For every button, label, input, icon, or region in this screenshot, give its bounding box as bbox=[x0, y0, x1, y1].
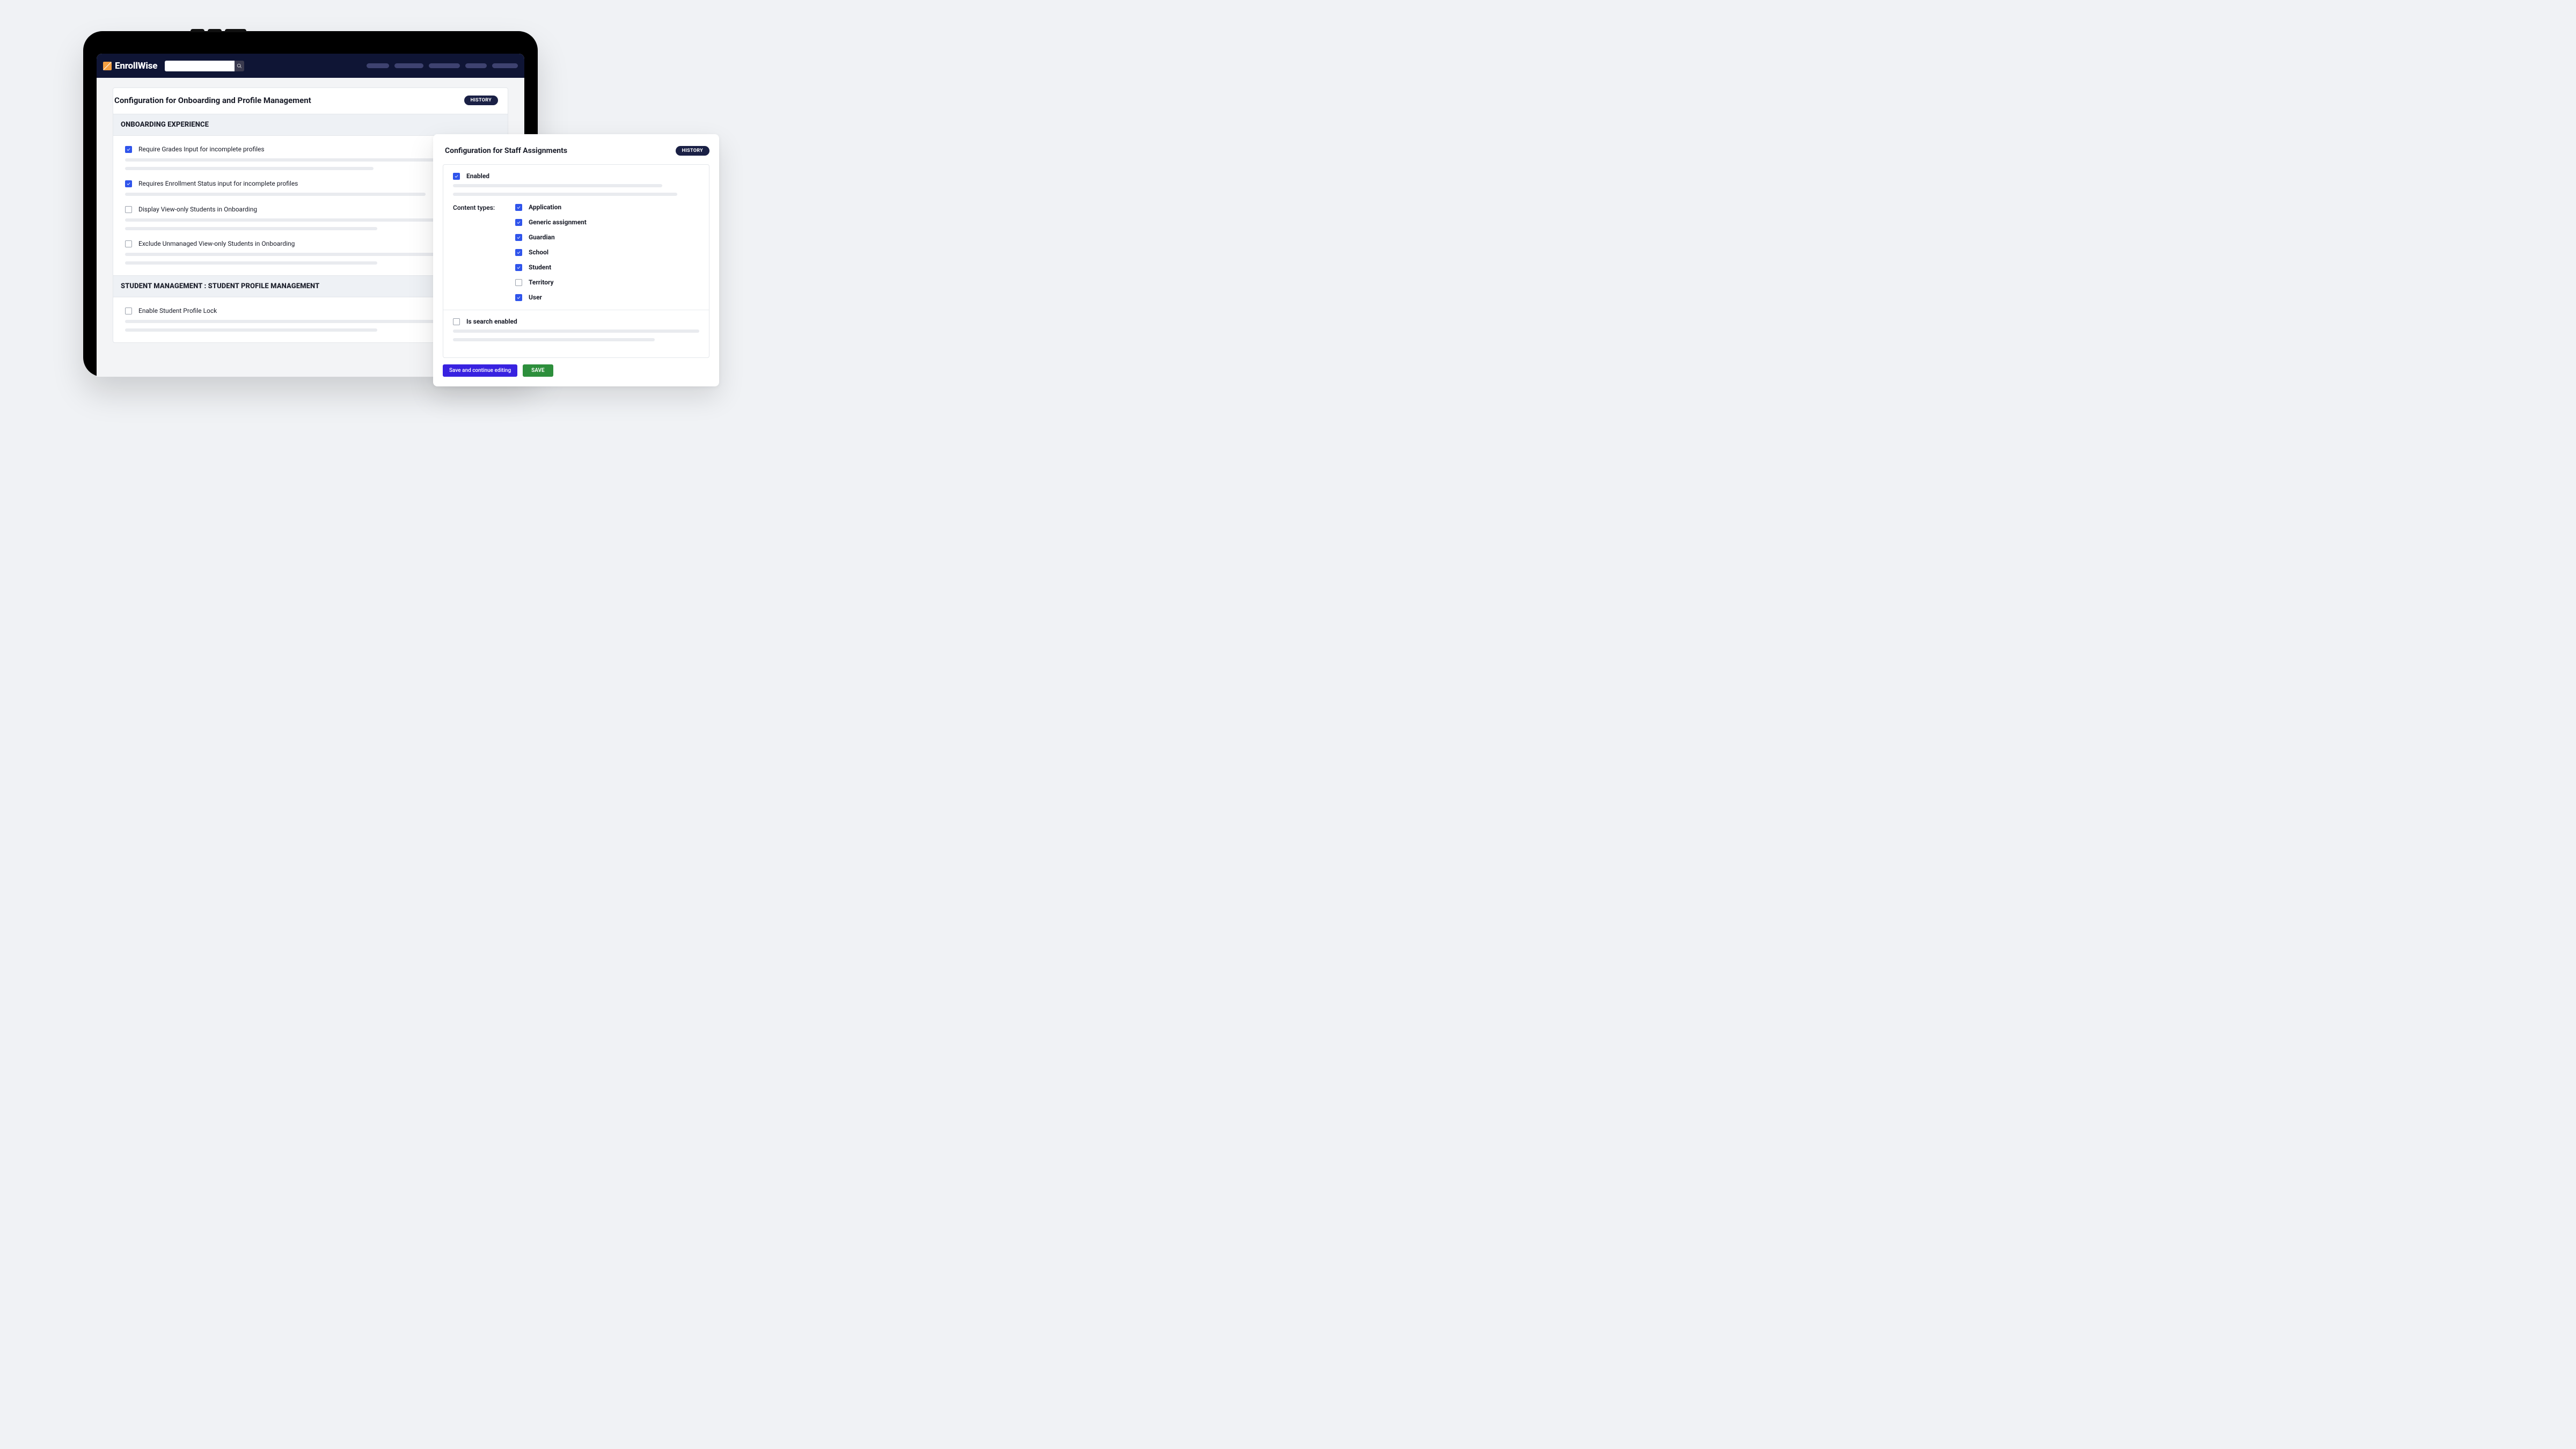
option-label: Display View-only Students in Onboarding bbox=[138, 206, 257, 213]
checkbox[interactable] bbox=[125, 308, 132, 314]
nav-link-placeholder[interactable] bbox=[492, 63, 518, 68]
nav-link-placeholder[interactable] bbox=[429, 63, 460, 68]
nav-link-placeholder[interactable] bbox=[367, 63, 389, 68]
checkbox[interactable] bbox=[515, 294, 522, 301]
placeholder-line bbox=[125, 193, 426, 196]
placeholder-line bbox=[125, 167, 374, 170]
staff-page-title: Configuration for Staff Assignments bbox=[445, 147, 567, 155]
placeholder-line bbox=[125, 261, 377, 265]
nav-links-placeholder bbox=[367, 63, 518, 68]
staff-card-header: Configuration for Staff Assignments HIST… bbox=[443, 144, 709, 164]
tablet-physical-button bbox=[191, 29, 204, 32]
save-continue-button[interactable]: Save and continue editing bbox=[443, 364, 517, 377]
content-type-item: Student bbox=[515, 264, 587, 271]
search-button[interactable] bbox=[235, 61, 244, 71]
search-input[interactable] bbox=[165, 61, 235, 71]
search-wrap bbox=[165, 61, 244, 71]
content-type-label: School bbox=[529, 248, 548, 256]
checkbox[interactable] bbox=[515, 249, 522, 256]
content-type-item: Application bbox=[515, 203, 587, 211]
placeholder-line bbox=[453, 184, 662, 187]
tablet-physical-button bbox=[225, 29, 246, 32]
page-title: Configuration for Onboarding and Profile… bbox=[113, 96, 311, 105]
save-button[interactable]: SAVE bbox=[523, 364, 553, 377]
placeholder-line bbox=[453, 193, 677, 196]
brand: EnrollWise bbox=[103, 61, 157, 71]
content-type-item: Guardian bbox=[515, 233, 587, 241]
brand-name: EnrollWise bbox=[115, 61, 157, 71]
content-type-label: Student bbox=[529, 264, 551, 271]
content-types-list: Application Generic assignment Guardian Sch… bbox=[515, 203, 587, 301]
placeholder-description bbox=[453, 184, 699, 196]
staff-inner-card: Enabled Content types: Application Generi… bbox=[443, 164, 709, 358]
content-types-label: Content types: bbox=[453, 203, 504, 211]
placeholder-line bbox=[453, 330, 699, 333]
nav-link-placeholder[interactable] bbox=[394, 63, 423, 68]
content-type-item: Generic assignment bbox=[515, 218, 587, 226]
actions: Save and continue editing SAVE bbox=[443, 364, 709, 377]
option-label: Enabled bbox=[466, 172, 489, 180]
option-label: Exclude Unmanaged View-only Students in … bbox=[138, 240, 295, 247]
option-label: Enable Student Profile Lock bbox=[138, 307, 217, 314]
content-type-item: User bbox=[515, 294, 587, 301]
content-type-label: Guardian bbox=[529, 233, 555, 241]
checkbox[interactable] bbox=[515, 219, 522, 226]
content-type-item: Territory bbox=[515, 279, 587, 286]
content-type-label: Application bbox=[529, 203, 561, 211]
top-navbar: EnrollWise bbox=[97, 54, 524, 78]
checkbox[interactable] bbox=[125, 180, 132, 187]
option-enabled: Enabled bbox=[453, 172, 699, 196]
checkbox[interactable] bbox=[515, 204, 522, 211]
search-icon bbox=[237, 63, 242, 69]
checkbox-search-enabled[interactable] bbox=[453, 318, 460, 325]
placeholder-line bbox=[125, 328, 377, 332]
option-label: Is search enabled bbox=[466, 318, 517, 325]
history-button[interactable]: HISTORY bbox=[676, 146, 709, 156]
content-type-label: Generic assignment bbox=[529, 218, 587, 226]
checkbox[interactable] bbox=[515, 279, 522, 286]
checkbox[interactable] bbox=[125, 146, 132, 153]
option-search-enabled: Is search enabled bbox=[453, 318, 699, 341]
nav-link-placeholder[interactable] bbox=[465, 63, 487, 68]
content-types-section: Content types: Application Generic assign… bbox=[453, 203, 699, 301]
placeholder-description bbox=[453, 330, 699, 341]
checkbox[interactable] bbox=[515, 264, 522, 271]
section-title: ONBOARDING EXPERIENCE bbox=[121, 121, 500, 129]
content-type-label: User bbox=[529, 294, 542, 301]
checkbox-enabled[interactable] bbox=[453, 173, 460, 180]
checkbox[interactable] bbox=[125, 240, 132, 247]
staff-config-card: Configuration for Staff Assignments HIST… bbox=[433, 134, 719, 386]
tablet-physical-buttons bbox=[191, 29, 246, 32]
tablet-physical-button bbox=[208, 29, 222, 32]
option-label: Requires Enrollment Status input for inc… bbox=[138, 180, 298, 187]
checkbox[interactable] bbox=[125, 206, 132, 213]
option-label: Require Grades Input for incomplete prof… bbox=[138, 145, 265, 153]
checkbox[interactable] bbox=[515, 234, 522, 241]
placeholder-line bbox=[125, 227, 377, 230]
config-card-header: Configuration for Onboarding and Profile… bbox=[113, 88, 508, 114]
content-type-item: School bbox=[515, 248, 587, 256]
placeholder-line bbox=[453, 338, 655, 341]
brand-logo-icon bbox=[103, 62, 112, 70]
history-button[interactable]: HISTORY bbox=[464, 96, 498, 105]
content-type-label: Territory bbox=[529, 279, 554, 286]
section-header: ONBOARDING EXPERIENCE bbox=[113, 114, 508, 136]
